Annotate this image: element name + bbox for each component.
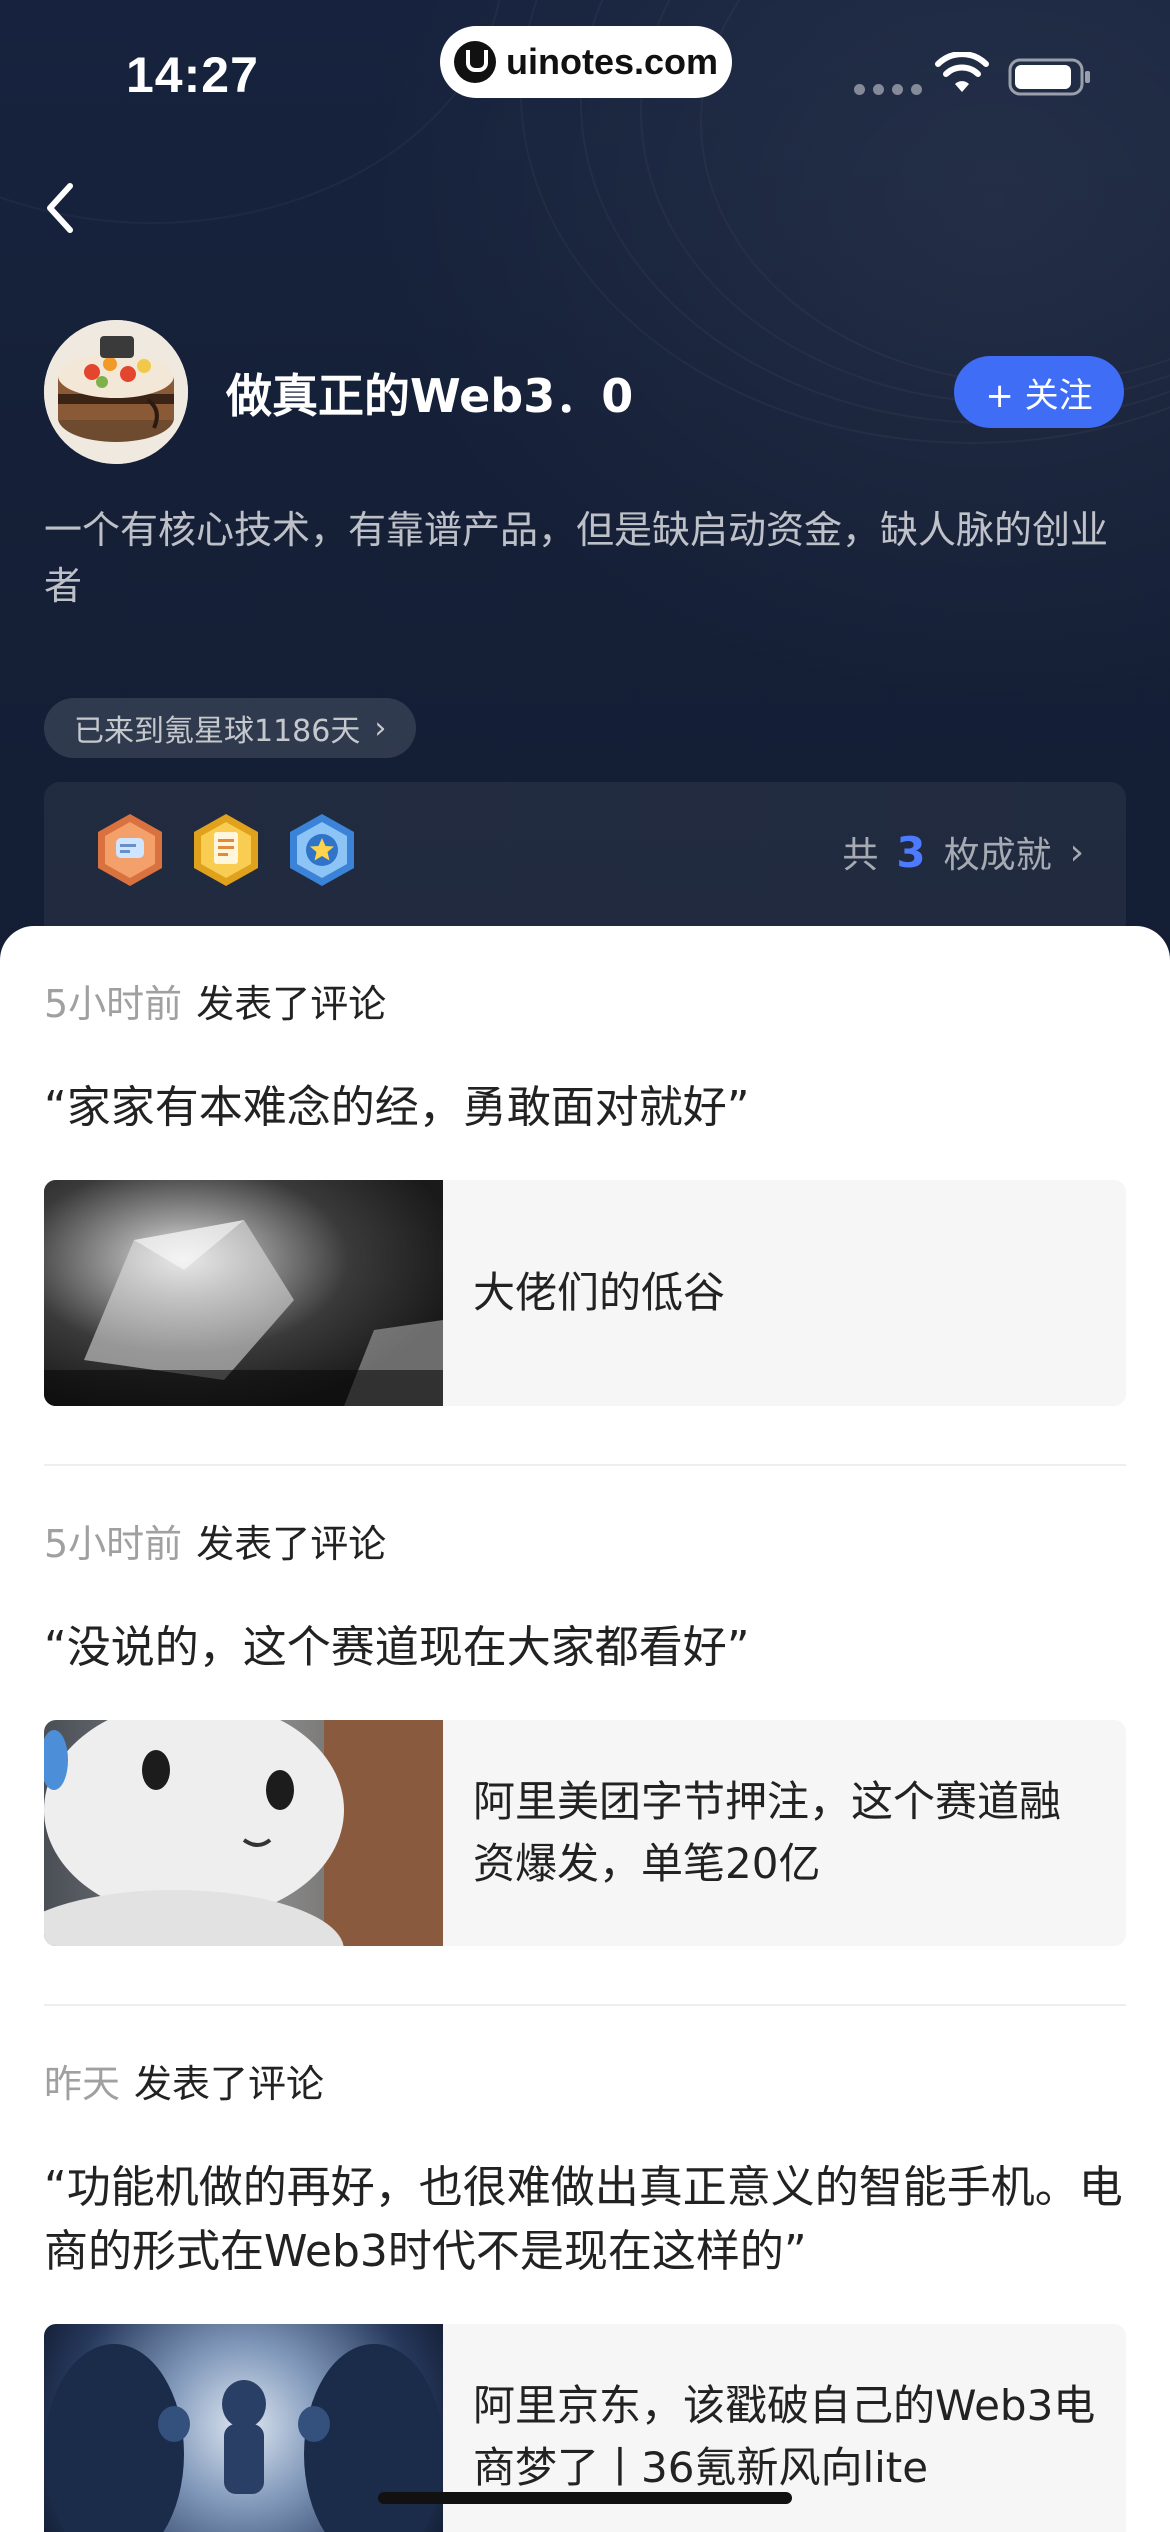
chevron-right-icon: › <box>1069 831 1084 873</box>
feed-item-time: 5小时前 <box>44 982 183 1026</box>
wifi-icon <box>935 52 989 92</box>
watermark-text: uinotes.com <box>506 41 719 82</box>
profile-name: 做真正的Web3．0 <box>226 369 634 423</box>
profile-bio: 一个有核心技术，有靠谱产品，但是缺启动资金，缺人脉的创业者 <box>44 508 1109 608</box>
achievement-count-suffix: 枚成就 <box>943 835 1052 876</box>
feed-item-comment[interactable]: “家家有本难念的经，勇敢面对就好” <box>44 1076 1126 1140</box>
feed-item-time: 5小时前 <box>44 1522 183 1566</box>
star-badge-icon <box>290 814 354 886</box>
profile-page: 14:27 uinotes.com 做真正的Web3．0 + 关注 一个有核心技… <box>0 0 1170 2532</box>
feed-item-action: 发表了评论 <box>134 2062 325 2106</box>
document-badge-icon <box>194 814 258 886</box>
status-time: 14:27 <box>126 47 259 103</box>
feed-item-action: 发表了评论 <box>196 982 387 1026</box>
feed-item: 5小时前 发表了评论 “家家有本难念的经，勇敢面对就好” 大佬们的低谷 <box>44 974 1126 1406</box>
article-title: 大佬们的低谷 <box>473 1268 726 1317</box>
membership-days-pill[interactable]: 已来到氪星球1186天 › <box>44 698 417 758</box>
avatar[interactable] <box>44 320 188 464</box>
battery-icon <box>1008 58 1090 96</box>
article-thumbnail <box>44 1720 443 1946</box>
feed-item-comment[interactable]: “功能机做的再好，也很难做出真正意义的智能手机。电商的形式在Web3时代不是现在… <box>44 2156 1126 2284</box>
article-thumbnail <box>44 1180 443 1406</box>
achievement-count: 共 3 枚成就 › <box>842 826 1084 878</box>
feed-item-time: 昨天 <box>44 2062 121 2106</box>
feed-divider <box>44 1464 1126 1466</box>
membership-days-label: 已来到氪星球1186天 <box>74 714 361 749</box>
feed-divider <box>44 2004 1126 2006</box>
achievements-panel[interactable]: 共 3 枚成就 › <box>44 782 1126 942</box>
back-arrow-icon[interactable] <box>38 176 86 240</box>
feed-item-meta: 5小时前 发表了评论 <box>44 1514 1126 1574</box>
watermark-logo-icon <box>454 41 496 83</box>
feed-item-meta: 昨天 发表了评论 <box>44 2054 1126 2114</box>
feed-item: 昨天 发表了评论 “功能机做的再好，也很难做出真正意义的智能手机。电商的形式在We… <box>44 2054 1126 2532</box>
achievement-count-number: 3 <box>896 827 926 877</box>
cellular-signal-icon <box>854 84 922 95</box>
article-card[interactable]: 阿里美团字节押注，这个赛道融资爆发，单笔20亿 <box>44 1720 1126 1946</box>
chevron-right-icon: › <box>374 710 387 746</box>
article-card[interactable]: 大佬们的低谷 <box>44 1180 1126 1406</box>
feed-item-action: 发表了评论 <box>196 1522 387 1566</box>
status-bar: 14:27 uinotes.com <box>0 0 1170 150</box>
watermark-badge: uinotes.com <box>440 26 732 98</box>
home-indicator <box>378 2492 792 2504</box>
feed-item-meta: 5小时前 发表了评论 <box>44 974 1126 1034</box>
follow-button[interactable]: + 关注 <box>954 356 1124 428</box>
feed-item-comment[interactable]: “没说的，这个赛道现在大家都看好” <box>44 1616 1126 1680</box>
article-title: 阿里京东，该戳破自己的Web3电商梦了丨36氪新风向lite <box>473 2381 1096 2492</box>
chat-badge-icon <box>98 814 162 886</box>
article-title: 阿里美团字节押注，这个赛道融资爆发，单笔20亿 <box>473 1777 1062 1888</box>
cake-avatar-image <box>44 320 188 464</box>
feed-item: 5小时前 发表了评论 “没说的，这个赛道现在大家都看好” 阿里美团字节押注，这个赛… <box>44 1514 1126 1946</box>
achievement-count-prefix: 共 <box>842 835 879 876</box>
